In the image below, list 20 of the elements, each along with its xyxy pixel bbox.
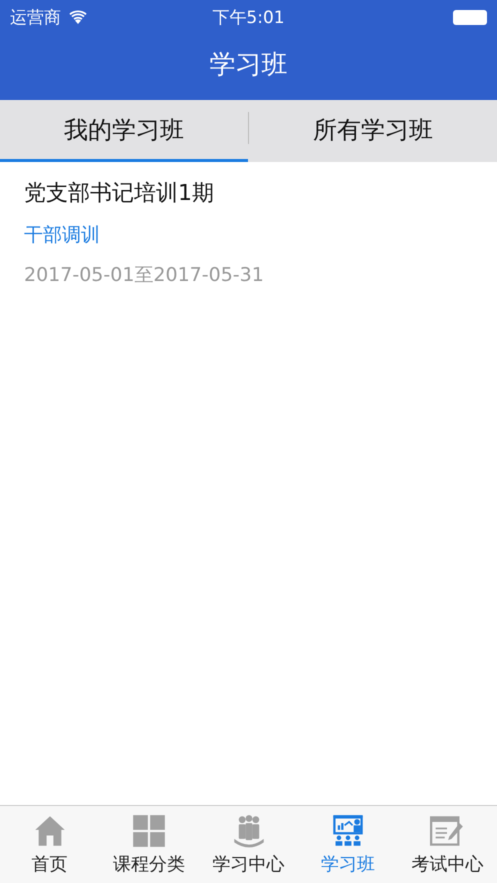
tab-bar-item[interactable]: 课程分类: [99, 806, 199, 883]
form-pencil-icon: [430, 814, 464, 848]
page-title: 学习班: [210, 48, 288, 82]
class-category: 干部调训: [24, 223, 101, 248]
segment-tab[interactable]: 我的学习班: [0, 100, 248, 162]
tab-bar-item[interactable]: 学习班: [298, 806, 398, 883]
wifi-icon: [69, 10, 87, 24]
tab-bar-item[interactable]: 考试中心: [398, 806, 497, 883]
battery-icon: [453, 10, 487, 24]
house-icon: [32, 814, 67, 848]
segment-tab[interactable]: 所有学习班: [249, 100, 497, 162]
clock-time: 下午5:01: [212, 6, 285, 28]
presentation-icon: [330, 814, 365, 848]
carrier-name: 运营商: [10, 6, 61, 28]
tab-bar-item[interactable]: 学习中心: [198, 806, 298, 883]
grid-icon: [132, 814, 166, 848]
tab-bar-item[interactable]: 首页: [0, 806, 100, 883]
class-title[interactable]: 党支部书记培训1期: [24, 178, 473, 208]
group-icon: [232, 814, 266, 848]
class-dates: 2017-05-01至2017-05-31: [24, 263, 265, 288]
